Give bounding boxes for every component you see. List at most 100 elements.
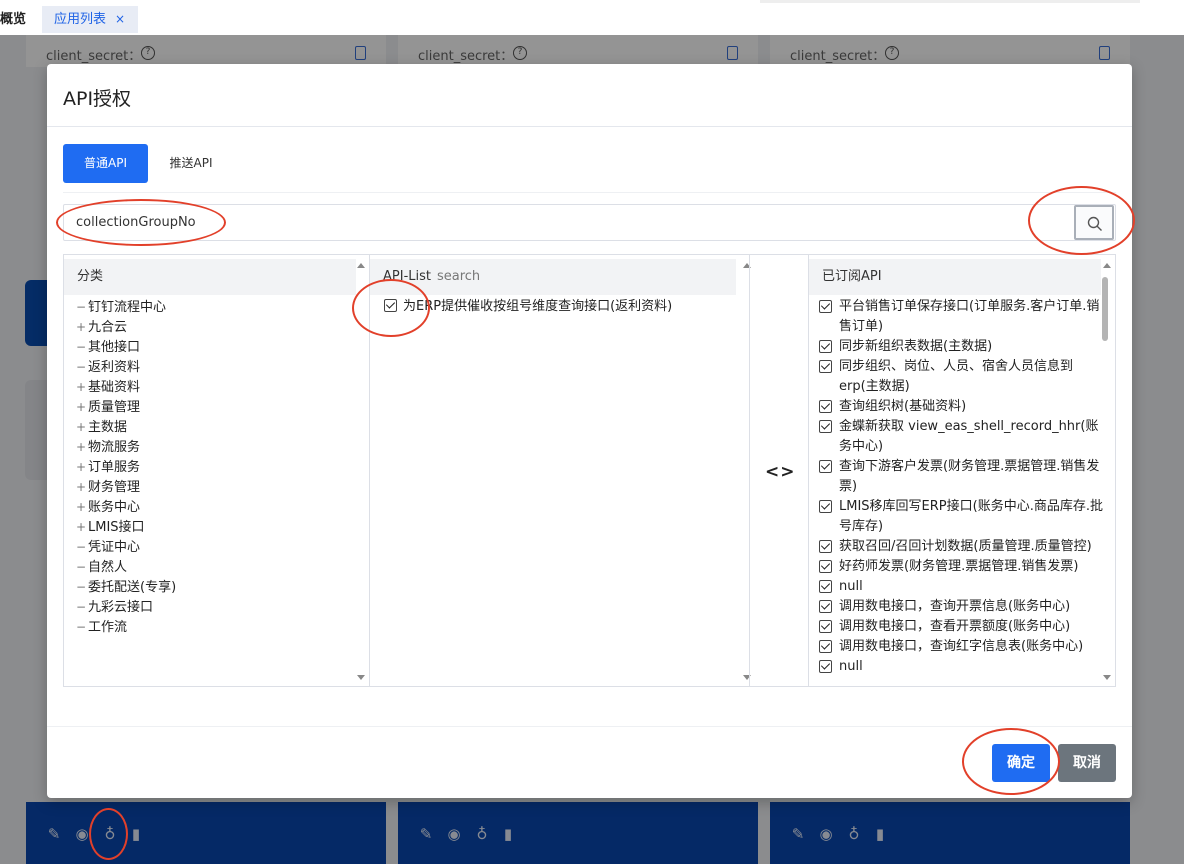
checkbox-checked-icon[interactable] (819, 560, 832, 573)
subscribed-api-item[interactable]: LMIS移库回写ERP接口(账务中心.商品库存.批号库存) (819, 497, 1103, 537)
subscribed-api-item[interactable]: 同步新组织表数据(主数据) (819, 337, 1103, 357)
checkbox-checked-icon[interactable] (819, 460, 832, 473)
checkbox-checked-icon[interactable] (819, 400, 832, 413)
checkbox-checked-icon[interactable] (819, 420, 832, 433)
subscribed-api-item[interactable]: 同步组织、岗位、人员、宿舍人员信息到erp(主数据) (819, 357, 1103, 397)
cancel-button[interactable]: 取消 (1058, 744, 1116, 782)
checkbox-checked-icon[interactable] (819, 360, 832, 373)
search-input-value: collectionGroupNo (76, 215, 196, 230)
category-label: 九彩云接口 (88, 600, 154, 615)
category-tree-item[interactable]: + 质量管理 (76, 397, 176, 417)
category-tree-item[interactable]: + LMIS接口 (76, 517, 176, 537)
subscribed-api-item[interactable]: 调用数电接口，查询开票信息(账务中心) (819, 597, 1103, 617)
category-label: 财务管理 (88, 480, 141, 495)
scroll-down-arrow[interactable] (1103, 675, 1111, 680)
confirm-button[interactable]: 确定 (992, 744, 1050, 782)
category-tree-item[interactable]: − 其他接口 (76, 337, 176, 357)
expand-icon[interactable]: + (76, 477, 88, 497)
category-tree-item[interactable]: + 基础资料 (76, 377, 176, 397)
expand-icon[interactable]: + (76, 317, 88, 337)
subscribed-api-item[interactable]: 金蝶新获取 view_eas_shell_record_hhr(账务中心) (819, 417, 1103, 457)
expand-icon[interactable]: + (76, 397, 88, 417)
category-label: 订单服务 (88, 460, 141, 475)
collapse-icon[interactable]: − (76, 597, 88, 617)
expand-icon[interactable]: + (76, 497, 88, 517)
category-tree-item[interactable]: − 九彩云接口 (76, 597, 176, 617)
subscribed-api-item[interactable]: 查询下游客户发票(财务管理.票据管理.销售发票) (819, 457, 1103, 497)
subscribed-api-item[interactable]: null (819, 657, 1103, 677)
category-tree: − 钉钉流程中心 + 九合云 − 其他接口 − 返利资料 + 基础资料 + 质量管理 + 主数据 + 物流服务… (76, 297, 176, 637)
checkbox-checked-icon[interactable] (819, 340, 832, 353)
checkbox-checked-icon[interactable] (384, 299, 397, 312)
api-list-item[interactable]: 为ERP提供催收按组号维度查询接口(返利资料) (384, 297, 672, 317)
close-icon[interactable]: × (115, 6, 125, 33)
category-tree-item[interactable]: + 主数据 (76, 417, 176, 437)
subscribed-api-item[interactable]: 获取召回/召回计划数据(质量管理.质量管控) (819, 537, 1103, 557)
collapse-icon[interactable]: − (76, 337, 88, 357)
collapse-icon[interactable]: − (76, 577, 88, 597)
category-tree-item[interactable]: + 订单服务 (76, 457, 176, 477)
subscribed-api-label: null (839, 659, 863, 674)
category-tree-item[interactable]: + 财务管理 (76, 477, 176, 497)
api-list-search-hint[interactable]: search (437, 269, 480, 284)
tab-normal-api[interactable]: 普通API (63, 144, 148, 183)
scroll-up-arrow[interactable] (357, 263, 365, 268)
category-label: 九合云 (88, 320, 128, 335)
tab-app-list-label: 应用列表 (54, 12, 107, 27)
expand-icon[interactable]: + (76, 437, 88, 457)
subscribed-api-label: 同步新组织表数据(主数据) (839, 339, 993, 354)
collapse-icon[interactable]: − (76, 537, 88, 557)
subscribed-api-item[interactable]: 调用数电接口，查看开票额度(账务中心) (819, 617, 1103, 637)
subscribed-api-item[interactable]: 查询组织树(基础资料) (819, 397, 1103, 417)
checkbox-checked-icon[interactable] (819, 640, 832, 653)
category-tree-item[interactable]: − 凭证中心 (76, 537, 176, 557)
collapse-icon[interactable]: − (76, 297, 88, 317)
category-tree-item[interactable]: − 工作流 (76, 617, 176, 637)
category-tree-item[interactable]: − 钉钉流程中心 (76, 297, 176, 317)
category-tree-item[interactable]: − 委托配送(专享) (76, 577, 176, 597)
subscribed-api-item[interactable]: null (819, 577, 1103, 597)
api-search-input[interactable]: collectionGroupNo (63, 204, 1116, 241)
checkbox-checked-icon[interactable] (819, 500, 832, 513)
collapse-icon[interactable]: − (76, 557, 88, 577)
tab-overview[interactable]: 概览 (0, 6, 36, 33)
subscribed-api-item[interactable]: 调用数电接口，查询红字信息表(账务中心) (819, 637, 1103, 657)
tab-push-api[interactable]: 推送API (160, 144, 222, 183)
transfer-arrows-icon[interactable]: <> (765, 462, 796, 482)
checkbox-checked-icon[interactable] (819, 600, 832, 613)
checkbox-checked-icon[interactable] (819, 540, 832, 553)
scroll-up-arrow[interactable] (1103, 263, 1111, 268)
tab-app-list[interactable]: 应用列表 × (42, 6, 138, 33)
checkbox-checked-icon[interactable] (819, 300, 832, 313)
expand-icon[interactable]: + (76, 457, 88, 477)
subscribed-api-item[interactable]: 平台销售订单保存接口(订单服务.客户订单.销售订单) (819, 297, 1103, 337)
subscribed-api-label: 金蝶新获取 view_eas_shell_record_hhr(账务中心) (839, 419, 1099, 454)
collapse-icon[interactable]: − (76, 357, 88, 377)
collapse-icon[interactable]: − (76, 617, 88, 637)
subscribed-api-label: LMIS移库回写ERP接口(账务中心.商品库存.批号库存) (839, 499, 1103, 534)
checkbox-checked-icon[interactable] (819, 660, 832, 673)
category-label: 自然人 (88, 560, 128, 575)
category-tree-item[interactable]: + 九合云 (76, 317, 176, 337)
category-tree-item[interactable]: + 账务中心 (76, 497, 176, 517)
category-label: 工作流 (88, 620, 128, 635)
category-tree-item[interactable]: − 自然人 (76, 557, 176, 577)
category-tree-item[interactable]: + 物流服务 (76, 437, 176, 457)
checkbox-checked-icon[interactable] (819, 620, 832, 633)
subscribed-api-label: 调用数电接口，查询红字信息表(账务中心) (839, 639, 1084, 654)
subscribed-api-label: 查询下游客户发票(财务管理.票据管理.销售发票) (839, 459, 1100, 494)
checkbox-checked-icon[interactable] (819, 580, 832, 593)
category-tree-item[interactable]: − 返利资料 (76, 357, 176, 377)
subscribed-api-label: 同步组织、岗位、人员、宿舍人员信息到erp(主数据) (839, 359, 1074, 394)
dialog-title: API授权 (63, 88, 132, 110)
search-button[interactable] (1074, 205, 1114, 240)
scrollbar-thumb[interactable] (1102, 277, 1108, 341)
category-label: 账务中心 (88, 500, 141, 515)
subscribed-api-item[interactable]: 好药师发票(财务管理.票据管理.销售发票) (819, 557, 1103, 577)
expand-icon[interactable]: + (76, 377, 88, 397)
expand-icon[interactable]: + (76, 517, 88, 537)
expand-icon[interactable]: + (76, 417, 88, 437)
scroll-down-arrow[interactable] (357, 675, 365, 680)
api-list-header: API-List search (370, 259, 736, 295)
category-label: 基础资料 (88, 380, 141, 395)
